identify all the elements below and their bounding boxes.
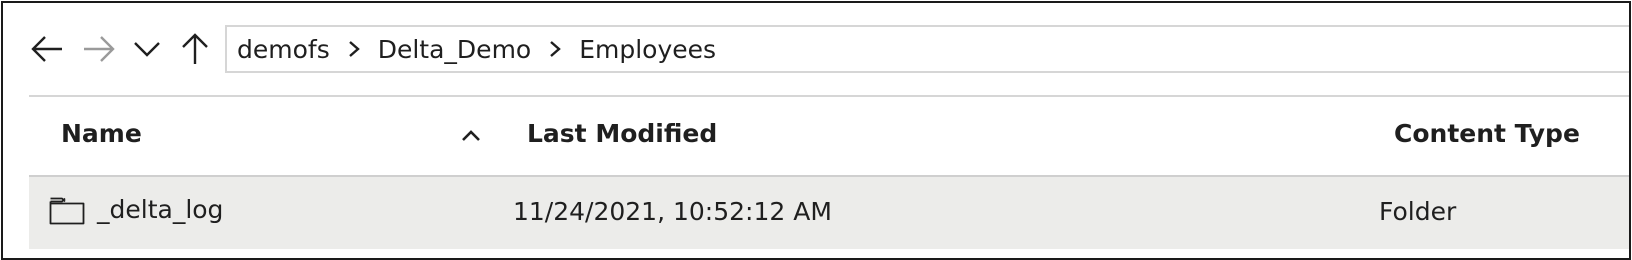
arrow-right-icon: [84, 36, 115, 62]
breadcrumb-item-demofs[interactable]: demofs: [237, 35, 330, 64]
table-row[interactable]: _delta_log 11/24/2021, 10:52:12 AM Folde…: [29, 177, 1629, 249]
row-last-modified: 11/24/2021, 10:52:12 AM: [513, 197, 832, 226]
row-content-type: Folder: [1379, 197, 1457, 226]
arrow-up-icon: [182, 33, 208, 64]
arrow-left-icon: [31, 36, 62, 62]
column-header-content-type[interactable]: Content Type: [1394, 119, 1580, 148]
forward-button[interactable]: [79, 29, 119, 69]
back-button[interactable]: [27, 29, 67, 69]
chevron-right-icon[interactable]: [531, 40, 579, 58]
recent-locations-button[interactable]: [127, 29, 167, 69]
address-bar[interactable]: demofs Delta_Demo Employees: [225, 25, 1629, 73]
column-header-last-modified[interactable]: Last Modified: [527, 119, 717, 148]
folder-icon: [49, 197, 85, 229]
row-name: _delta_log: [97, 195, 224, 224]
chevron-right-icon[interactable]: [330, 40, 378, 58]
breadcrumb-item-employees[interactable]: Employees: [579, 35, 716, 64]
chevron-down-icon: [134, 42, 160, 57]
file-explorer-window: demofs Delta_Demo Employees Name Last Mo…: [1, 1, 1631, 260]
navigation-bar: demofs Delta_Demo Employees: [3, 3, 1629, 93]
up-button[interactable]: [175, 29, 215, 69]
breadcrumb-item-delta-demo[interactable]: Delta_Demo: [378, 35, 531, 64]
table-header: Name Last Modified Content Type: [29, 97, 1629, 177]
sort-ascending-icon[interactable]: [461, 127, 481, 146]
column-header-name[interactable]: Name: [61, 119, 142, 148]
